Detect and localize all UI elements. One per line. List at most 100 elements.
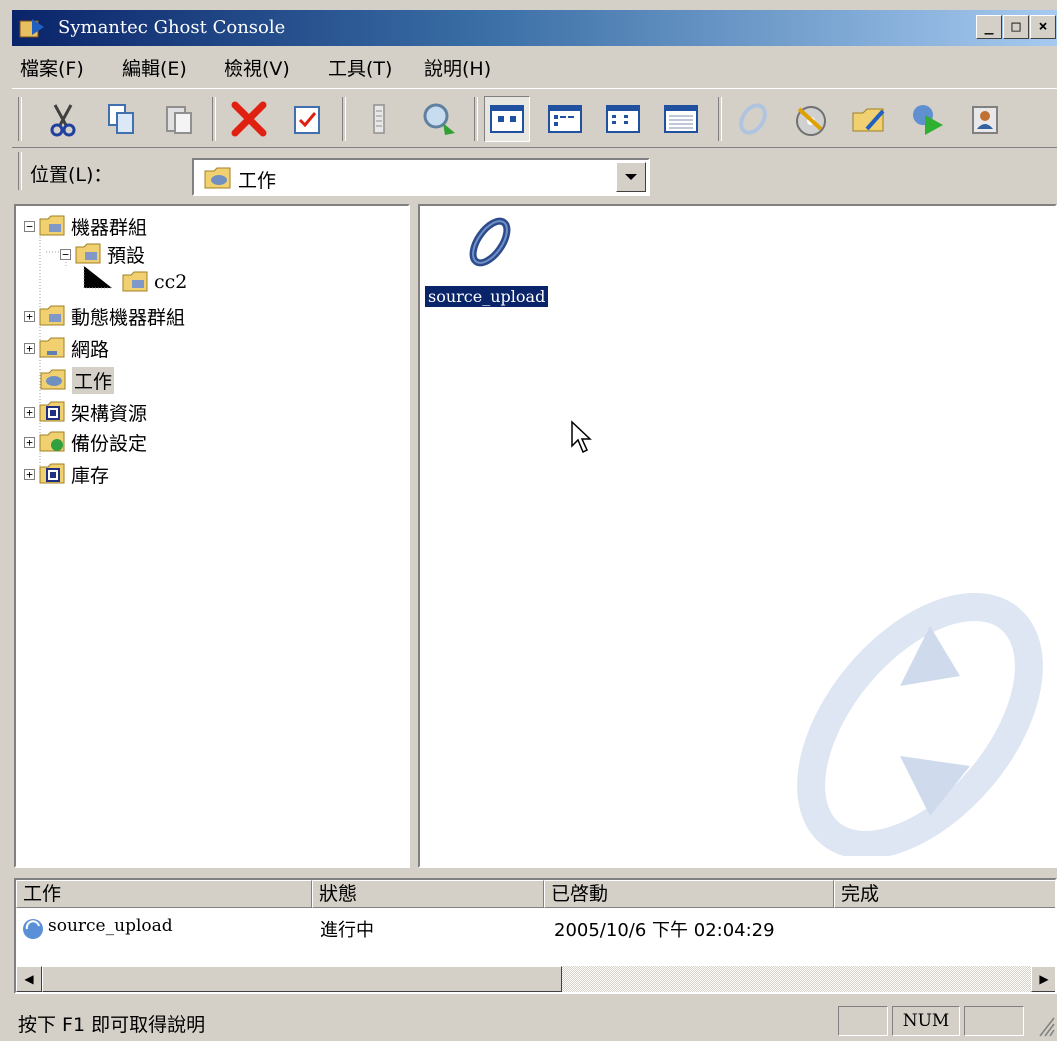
task-list[interactable]: 工作 狀態 已啓動 完成 source_upload 進行中 2005/10/6…	[14, 878, 1057, 994]
collapse-icon[interactable]: −	[60, 248, 71, 260]
scroll-left-button[interactable]: ◀	[16, 966, 42, 992]
image-create-icon	[796, 106, 826, 136]
location-value: 工作	[238, 170, 277, 192]
large-icons-view-icon	[490, 105, 524, 133]
scroll-thumb[interactable]	[42, 966, 562, 992]
toolbar-separator	[718, 97, 722, 141]
status-panel-caps	[838, 1006, 888, 1036]
location-combobox[interactable]: 工作	[192, 158, 650, 196]
run-task-button[interactable]	[904, 96, 950, 142]
paste-button[interactable]	[156, 96, 202, 142]
folder-group-icon	[75, 243, 101, 264]
menu-view[interactable]: 檢視(V)	[224, 54, 290, 81]
tree-item-cc2[interactable]: cc2	[122, 268, 187, 296]
task-status: 進行中	[320, 920, 374, 941]
status-panel-scroll	[964, 1006, 1024, 1036]
resize-grip-icon[interactable]	[1036, 1012, 1056, 1038]
menu-bar: 檔案(F) 編輯(E) 檢視(V) 工具(T) 說明(H)	[12, 48, 1057, 86]
user-icon	[972, 106, 998, 134]
table-row[interactable]: source_upload 進行中 2005/10/6 下午 02:04:29	[16, 910, 1055, 944]
task-item-label: source_upload	[423, 285, 550, 308]
list-view-icon	[606, 105, 640, 133]
menu-help[interactable]: 說明(H)	[424, 54, 491, 81]
large-icons-view-button[interactable]	[484, 96, 530, 142]
list-view-button[interactable]	[600, 96, 646, 142]
location-bar: 位置(L)： 工作	[12, 150, 1057, 200]
tree-item-label: 庫存	[71, 464, 110, 487]
tree-item-label: 網路	[71, 338, 110, 361]
image-create-button[interactable]	[788, 96, 834, 142]
location-dropdown-button[interactable]	[616, 162, 646, 192]
tree-item-backup-settings[interactable]: + 備份設定	[24, 428, 147, 456]
task-item-source-upload[interactable]: source_upload	[420, 206, 570, 316]
folder-group-icon	[39, 215, 65, 236]
column-icon	[373, 104, 385, 134]
close-button[interactable]: ×	[1030, 15, 1056, 39]
tree-item-tasks[interactable]: 工作	[40, 366, 115, 394]
properties-button[interactable]	[284, 96, 330, 142]
navigation-tree[interactable]: − 機器群組 − 預設 cc2 + 動態機器群組 + 網路 工作 + 架構資源 …	[14, 204, 410, 868]
column-header-status[interactable]: 狀態	[312, 880, 544, 908]
column-button[interactable]	[356, 96, 402, 142]
image-edit-button[interactable]	[846, 96, 892, 142]
toolbar-separator	[212, 97, 216, 141]
scroll-right-button[interactable]: ▶	[1031, 966, 1055, 992]
tree-item-label: 機器群組	[71, 216, 148, 239]
tree-item-label: 架構資源	[71, 402, 148, 425]
task-running-icon	[23, 919, 43, 939]
tree-item-inventory[interactable]: + 庫存	[24, 460, 109, 488]
ghost-app-icon	[19, 19, 44, 38]
tree-item-label: cc2	[154, 271, 188, 293]
find-button[interactable]	[416, 96, 462, 142]
cut-button[interactable]	[40, 96, 86, 142]
details-view-icon	[664, 105, 698, 133]
tree-item-machine-groups[interactable]: − 機器群組	[24, 212, 147, 240]
title-bar[interactable]: Symantec Ghost Console _ □ ×	[12, 10, 1057, 46]
maximize-button[interactable]: □	[1003, 15, 1029, 39]
tree-item-config-resources[interactable]: + 架構資源	[24, 398, 147, 426]
small-icons-view-button[interactable]	[542, 96, 588, 142]
tree-item-label: 動態機器群組	[71, 306, 186, 329]
details-view-button[interactable]	[658, 96, 704, 142]
inventory-folder-icon	[39, 463, 65, 484]
collapse-icon[interactable]: −	[24, 220, 35, 232]
horizontal-scrollbar[interactable]: ◀ ▶	[16, 966, 1055, 992]
column-header-started[interactable]: 已啓動	[544, 880, 834, 908]
task-folder-icon	[40, 369, 66, 390]
new-task-icon	[739, 103, 767, 135]
new-task-button[interactable]	[730, 96, 776, 142]
folder-group-icon	[39, 305, 65, 326]
window-title: Symantec Ghost Console	[58, 17, 286, 38]
location-label: 位置(L)：	[30, 164, 113, 186]
menu-file[interactable]: 檔案(F)	[20, 54, 84, 81]
chevron-down-icon	[625, 174, 637, 180]
minimize-button[interactable]: _	[976, 15, 1002, 39]
toolbar-separator	[18, 97, 22, 141]
column-header-finished[interactable]: 完成	[834, 880, 1055, 908]
column-header-task[interactable]: 工作	[16, 880, 312, 908]
expand-icon[interactable]: +	[24, 468, 35, 480]
paste-icon	[166, 106, 192, 134]
tree-item-dynamic-groups[interactable]: + 動態機器群組	[24, 302, 185, 330]
copy-icon	[108, 104, 134, 134]
expand-icon[interactable]: +	[24, 436, 35, 448]
menu-edit[interactable]: 編輯(E)	[122, 54, 187, 81]
tree-item-default[interactable]: − 預設	[60, 240, 145, 268]
menu-tools[interactable]: 工具(T)	[328, 54, 392, 81]
toolbar-separator	[342, 97, 346, 141]
tree-item-label: 工作	[72, 366, 115, 394]
network-folder-icon	[39, 337, 65, 358]
tree-item-network[interactable]: + 網路	[24, 334, 109, 362]
expand-icon[interactable]: +	[24, 406, 35, 418]
delete-button[interactable]	[226, 96, 272, 142]
expand-icon[interactable]: +	[24, 342, 35, 354]
expand-icon[interactable]: +	[24, 310, 35, 322]
delete-icon	[231, 101, 267, 137]
task-icon	[469, 217, 511, 267]
status-bar: 按下 F1 即可取得說明 NUM	[12, 998, 1057, 1041]
user-button[interactable]	[962, 96, 1008, 142]
properties-icon	[294, 106, 320, 134]
toolbar-separator	[474, 97, 478, 141]
copy-button[interactable]	[98, 96, 144, 142]
content-pane[interactable]: source_upload	[418, 204, 1057, 868]
